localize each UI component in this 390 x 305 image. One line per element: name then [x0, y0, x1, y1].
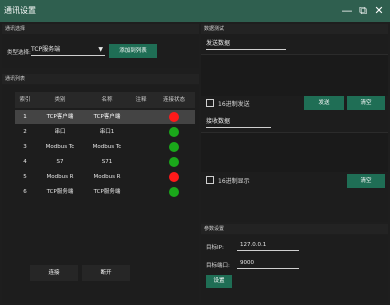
status-indicator-red — [169, 172, 179, 182]
comm-list-panel: 索引 类别 名称 注释 连接状态 1 TCP客户端 TCP客户端 2 串口 串口1 3 Mod… — [2, 85, 199, 303]
status-indicator-green — [169, 157, 179, 167]
clear-send-button[interactable]: 清空 — [347, 96, 385, 110]
data-test-header: 数据测试 — [201, 24, 388, 34]
col-type: 类别 — [54, 97, 66, 103]
receive-data-label: 接收数据 — [206, 116, 271, 128]
table-row[interactable]: 3 Modbus Tc Modbus Tc — [15, 140, 195, 154]
restore-icon[interactable]: ⧉ — [356, 4, 370, 18]
col-status: 连接状态 — [162, 97, 185, 103]
params-header: 参数设置 — [201, 224, 388, 234]
row-type: Modbus Tc — [45, 144, 75, 150]
row-note — [130, 125, 152, 139]
table-body: 1 TCP客户端 TCP客户端 2 串口 串口1 3 Modbus Tc Modbus Tc 4 S… — [15, 110, 195, 210]
set-button[interactable]: 设置 — [206, 275, 232, 288]
minimize-icon[interactable]: — — [340, 4, 354, 18]
send-button[interactable]: 发送 — [304, 96, 344, 110]
row-index: 5 — [23, 174, 27, 180]
table-header: 索引 类别 名称 注释 连接状态 — [15, 92, 195, 108]
row-type: TCP服务端 — [46, 189, 74, 195]
row-note — [130, 110, 152, 124]
row-note — [130, 170, 152, 184]
comm-select-header: 通讯选择 — [2, 24, 199, 34]
comm-list-header: 通讯列表 — [2, 74, 199, 84]
target-port-input[interactable]: 9000 — [237, 258, 299, 269]
row-name: Modbus R — [93, 174, 121, 180]
close-icon[interactable]: ✕ — [372, 4, 386, 18]
row-name: TCP服务端 — [93, 189, 121, 195]
col-note: 注释 — [135, 97, 147, 103]
type-select-value: TCP服务端 — [31, 46, 61, 53]
row-type: Modbus R — [46, 174, 74, 180]
row-index: 4 — [23, 159, 27, 165]
add-to-list-button[interactable]: 添加到列表 — [109, 44, 157, 58]
disconnect-button[interactable]: 断开 — [82, 265, 130, 281]
hex-display-label: 16进制显示 — [218, 178, 250, 185]
col-name: 名称 — [101, 97, 113, 103]
chevron-down-icon: ▼ — [98, 46, 103, 53]
hex-send-label: 16进制发送 — [218, 101, 250, 108]
table-row[interactable]: 4 S7 S71 — [15, 155, 195, 169]
row-name: S71 — [101, 159, 113, 165]
status-indicator-green — [169, 142, 179, 152]
row-name: 串口1 — [99, 129, 115, 135]
receive-data-textarea[interactable] — [201, 132, 388, 172]
status-indicator-green — [169, 187, 179, 197]
table-row[interactable]: 2 串口 串口1 — [15, 125, 195, 139]
row-type: S7 — [56, 159, 64, 165]
row-index: 2 — [23, 129, 27, 135]
send-data-label: 发送数据 — [206, 38, 286, 50]
title-bar: 通讯设置 — ⧉ ✕ — [0, 0, 390, 22]
type-select[interactable]: TCP服务端 ▼ — [31, 44, 105, 56]
status-indicator-green — [169, 127, 179, 137]
row-type: 串口 — [54, 129, 66, 135]
row-note — [130, 185, 152, 199]
clear-receive-button[interactable]: 清空 — [347, 174, 385, 188]
table-row[interactable]: 6 TCP服务端 TCP服务端 — [15, 185, 195, 199]
row-note — [130, 155, 152, 169]
target-port-label: 目标端口: — [206, 263, 230, 269]
target-ip-label: 目标IP: — [206, 245, 224, 251]
row-index: 1 — [23, 114, 27, 120]
row-name: Modbus Tc — [92, 144, 122, 150]
send-data-textarea[interactable] — [201, 54, 388, 96]
row-note — [130, 140, 152, 154]
type-label: 类型选择: — [7, 50, 31, 56]
row-name: TCP客户端 — [93, 114, 121, 120]
hex-send-checkbox[interactable] — [206, 99, 214, 107]
status-indicator-red — [169, 112, 179, 122]
data-test-panel: 发送数据 16进制发送 发送 清空 接收数据 16进制显示 清空 — [201, 34, 388, 222]
col-index: 索引 — [19, 97, 31, 103]
connect-button[interactable]: 连接 — [30, 265, 78, 281]
target-ip-input[interactable]: 127.0.0.1 — [237, 240, 299, 251]
table-row[interactable]: 5 Modbus R Modbus R — [15, 170, 195, 184]
params-panel: 目标IP: 127.0.0.1 目标端口: 9000 设置 — [201, 235, 388, 303]
hex-display-checkbox[interactable] — [206, 176, 214, 184]
row-index: 3 — [23, 144, 27, 150]
comm-select-panel: 类型选择: TCP服务端 ▼ 添加到列表 — [2, 34, 199, 68]
window-title: 通讯设置 — [4, 6, 36, 15]
table-row[interactable]: 1 TCP客户端 TCP客户端 — [15, 110, 195, 124]
row-index: 6 — [23, 189, 27, 195]
row-type: TCP客户端 — [46, 114, 74, 120]
